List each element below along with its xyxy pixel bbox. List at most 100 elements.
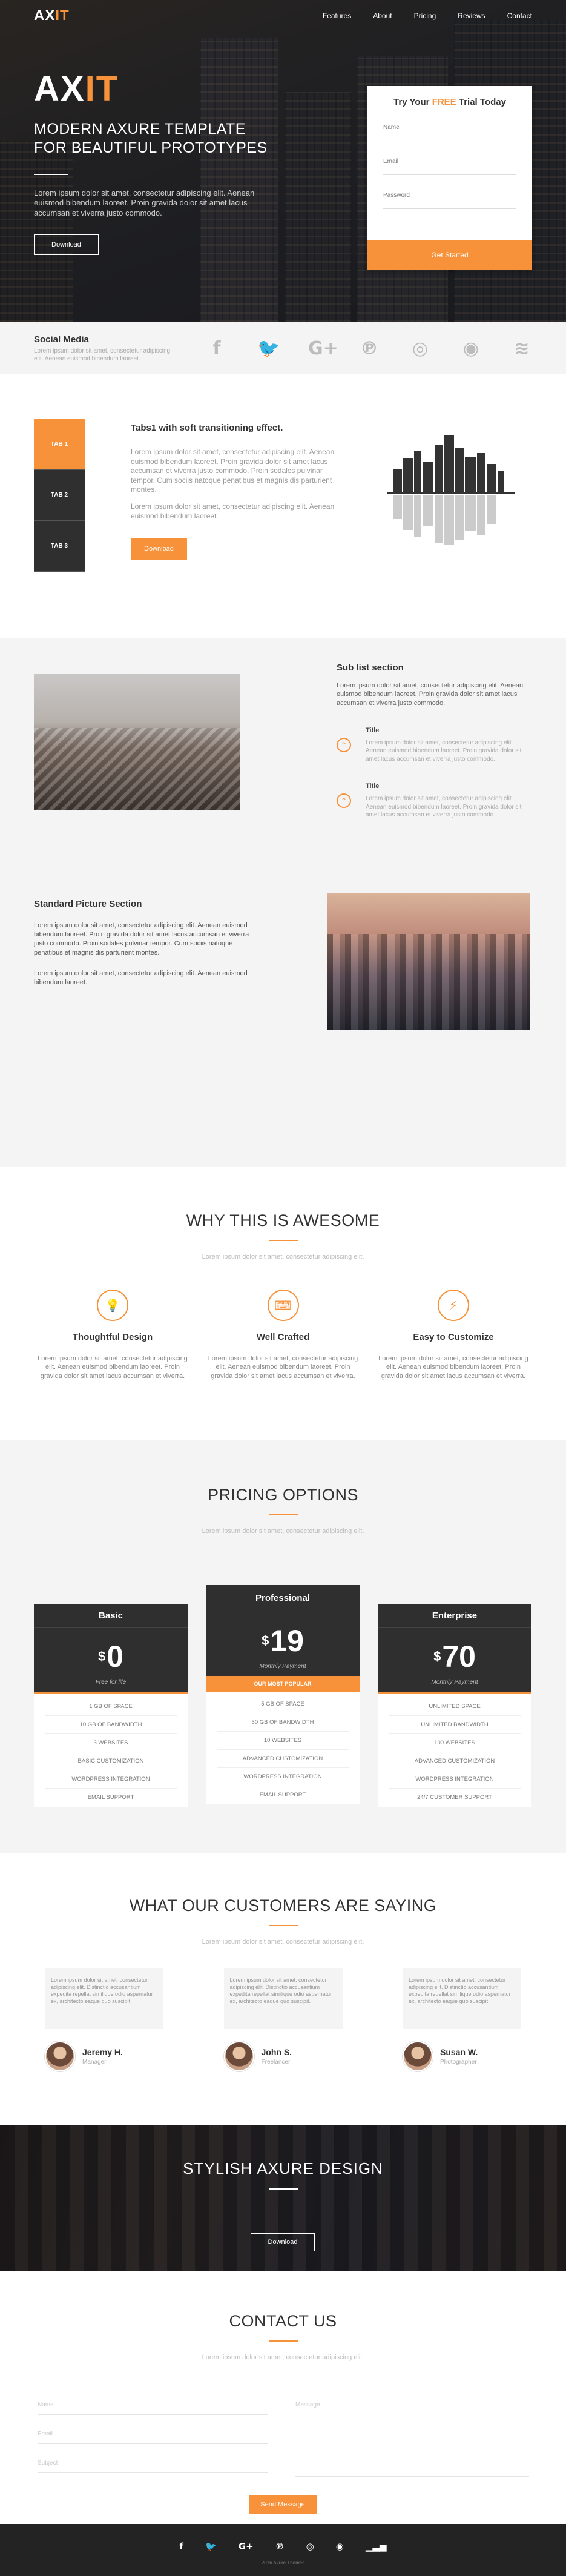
github-icon[interactable]: ◉: [461, 338, 481, 359]
plan-features: 5 GB OF SPACE 50 GB OF BANDWIDTH 10 WEBS…: [206, 1692, 360, 1804]
title-divider: [268, 1514, 298, 1515]
top-navbar: AXIT Features About Pricing Reviews Cont…: [0, 0, 566, 31]
logo[interactable]: AXIT: [34, 7, 70, 24]
nav-link-pricing[interactable]: Pricing: [414, 12, 436, 20]
google-plus-icon[interactable]: G+: [308, 338, 338, 359]
nav-link-reviews[interactable]: Reviews: [458, 12, 485, 20]
plan-name: Enterprise: [378, 1604, 531, 1627]
feature-desc: Lorem ipsum dolor sit amet, consectetur …: [38, 1355, 188, 1380]
hero-download-button[interactable]: Download: [34, 234, 99, 256]
section-subtitle: Lorem ipsum dolor sit amet, consectetur …: [202, 2354, 364, 2361]
plan-feature: WORDPRESS INTEGRATION: [45, 1770, 177, 1789]
trial-title: Try Your FREE Trial Today: [367, 97, 532, 107]
hero-subtitle-line: MODERN AXURE TEMPLATE: [34, 121, 246, 137]
hero-title-accent: IT: [85, 69, 119, 108]
social-desc: Lorem ipsum dolor sit amet, consectetur …: [34, 347, 171, 362]
tabs-section: TAB 1 TAB 2 TAB 3 Tabs1 with soft transi…: [0, 374, 566, 638]
get-started-button[interactable]: Get Started: [367, 240, 532, 270]
tab-download-button[interactable]: Download: [131, 538, 187, 560]
tab-2[interactable]: TAB 2: [34, 470, 85, 521]
wifi-icon[interactable]: ≋: [512, 338, 532, 359]
stats-icon[interactable]: ▁▃▅: [366, 2541, 387, 2552]
cta-section: STYLISH AXURE DESIGN Download: [0, 2125, 566, 2271]
nav-link-about[interactable]: About: [373, 12, 392, 20]
tab-title: Tabs1 with soft transitioning effect.: [131, 423, 283, 433]
instagram-icon[interactable]: ◎: [306, 2541, 314, 2552]
contact-form: Name Email Subject Message: [38, 2402, 529, 2480]
trial-form: Try Your FREE Trial Today Name Email Pas…: [367, 86, 532, 270]
sublist-box: Sub list section Lorem ipsum dolor sit a…: [337, 663, 530, 819]
nav-link-features[interactable]: Features: [323, 12, 351, 20]
testimonial-name: John S.: [261, 2047, 292, 2057]
feature-title: Well Crafted: [256, 1332, 310, 1342]
feature-title: Thoughtful Design: [72, 1332, 153, 1342]
plan-name: Basic: [34, 1604, 188, 1627]
plan-feature: WORDPRESS INTEGRATION: [389, 1770, 521, 1789]
trial-email-field[interactable]: Email: [383, 152, 516, 175]
sublist-title: Sub list section: [337, 663, 404, 673]
plan-professional[interactable]: Professional $19 Monthly Payment OUR MOS…: [206, 1585, 360, 1804]
plan-amount: 70: [442, 1640, 476, 1674]
google-plus-icon[interactable]: G+: [239, 2541, 254, 2552]
lightbulb-icon: 💡: [97, 1290, 128, 1321]
pinterest-icon[interactable]: ℗: [359, 338, 380, 359]
plan-enterprise[interactable]: Enterprise $70 Monthly Payment UNLIMITED…: [378, 1604, 531, 1807]
title-divider: [268, 1925, 298, 1926]
github-icon[interactable]: ◉: [336, 2541, 344, 2552]
contact-message-field[interactable]: Message: [295, 2402, 529, 2477]
list-item-desc: Lorem ipsum dolor sit amet, consectetur …: [366, 739, 522, 763]
standard-picture-box: Standard Picture Section Lorem ipsum dol…: [34, 899, 252, 987]
pricing-plans: Basic $0 Free for life 1 GB OF SPACE 10 …: [34, 1585, 532, 1815]
testimonial-person: Jeremy H. Manager: [45, 2041, 163, 2071]
cta-download-button[interactable]: Download: [251, 2233, 315, 2251]
plan-feature: 24/7 CUSTOMER SUPPORT: [417, 1794, 492, 1801]
plan-feature: 10 GB OF BANDWIDTH: [45, 1716, 177, 1734]
contact-subject-field[interactable]: Subject: [38, 2460, 268, 2473]
testimonial-person: Susan W. Photographer: [403, 2041, 521, 2071]
cta-divider: [269, 2188, 298, 2190]
tab-1[interactable]: TAB 1: [34, 419, 85, 470]
hero-section: AXIT MODERN AXURE TEMPLATE FOR BEAUTIFUL …: [0, 0, 566, 322]
testimonial-quote: Lorem ipsum dolor sit amet, consectetur …: [403, 1968, 521, 2029]
testimonial-role: Photographer: [440, 2059, 477, 2065]
send-message-button[interactable]: Send Message: [249, 2495, 317, 2514]
plan-basic[interactable]: Basic $0 Free for life 1 GB OF SPACE 10 …: [34, 1604, 188, 1807]
city-skyline-icon: [387, 435, 515, 545]
facebook-icon[interactable]: f: [206, 338, 227, 359]
plan-currency: $: [262, 1633, 269, 1648]
title-divider: [268, 1240, 298, 1241]
footer-social-icons: f 🐦 G+ ℗ ◎ ◉ ▁▃▅: [0, 2524, 566, 2552]
instagram-icon[interactable]: ◎: [410, 338, 430, 359]
plan-period: Monthly Payment: [431, 1679, 478, 1686]
hero-divider: [34, 173, 68, 175]
testimonial-card: Lorem ipsum dolor sit amet, consectetur …: [403, 1968, 521, 2071]
trial-password-field[interactable]: Password: [383, 186, 516, 209]
testimonial-quote: Lorem ipsum dolor sit amet, consectetur …: [45, 1968, 163, 2029]
plan-amount: 19: [270, 1624, 304, 1658]
logo-accent: IT: [55, 7, 70, 24]
pricing-section: PRICING OPTIONS Lorem ipsum dolor sit am…: [0, 1440, 566, 1853]
plan-price-box: $19 Monthly Payment: [206, 1612, 360, 1676]
feature-desc: Lorem ipsum dolor sit amet, consectetur …: [208, 1355, 358, 1380]
list-item-title: Title: [366, 726, 380, 734]
hero-subtitle: MODERN AXURE TEMPLATE FOR BEAUTIFUL PROTO…: [34, 120, 288, 158]
contact-name-field[interactable]: Name: [38, 2402, 268, 2415]
sublist-desc: Lorem ipsum dolor sit amet, consectetur …: [337, 682, 524, 707]
logo-main: AX: [34, 7, 56, 24]
plan-features: UNLIMITED SPACE UNLIMITED BANDWIDTH 100 …: [378, 1694, 531, 1807]
pinterest-icon[interactable]: ℗: [275, 2541, 285, 2552]
contact-email-field[interactable]: Email: [38, 2431, 268, 2444]
testimonial-card: Lorem ipsum dolor sit amet, consectetur …: [45, 1968, 163, 2071]
plan-feature: EMAIL SUPPORT: [259, 1792, 306, 1798]
twitter-icon[interactable]: 🐦: [257, 338, 280, 359]
list-item-desc: Lorem ipsum dolor sit amet, consectetur …: [366, 795, 522, 819]
nav-links: Features About Pricing Reviews Contact: [323, 12, 532, 20]
tab-3[interactable]: TAB 3: [34, 521, 85, 572]
twitter-icon[interactable]: 🐦: [205, 2541, 217, 2552]
trial-name-field[interactable]: Name: [383, 118, 516, 141]
feature-item: 💡 Thoughtful Design Lorem ipsum dolor si…: [34, 1290, 191, 1380]
facebook-icon[interactable]: f: [180, 2541, 184, 2552]
nav-link-contact[interactable]: Contact: [507, 12, 532, 20]
plan-features: 1 GB OF SPACE 10 GB OF BANDWIDTH 3 WEBSI…: [34, 1694, 188, 1807]
testimonial-name: Susan W.: [440, 2047, 478, 2057]
